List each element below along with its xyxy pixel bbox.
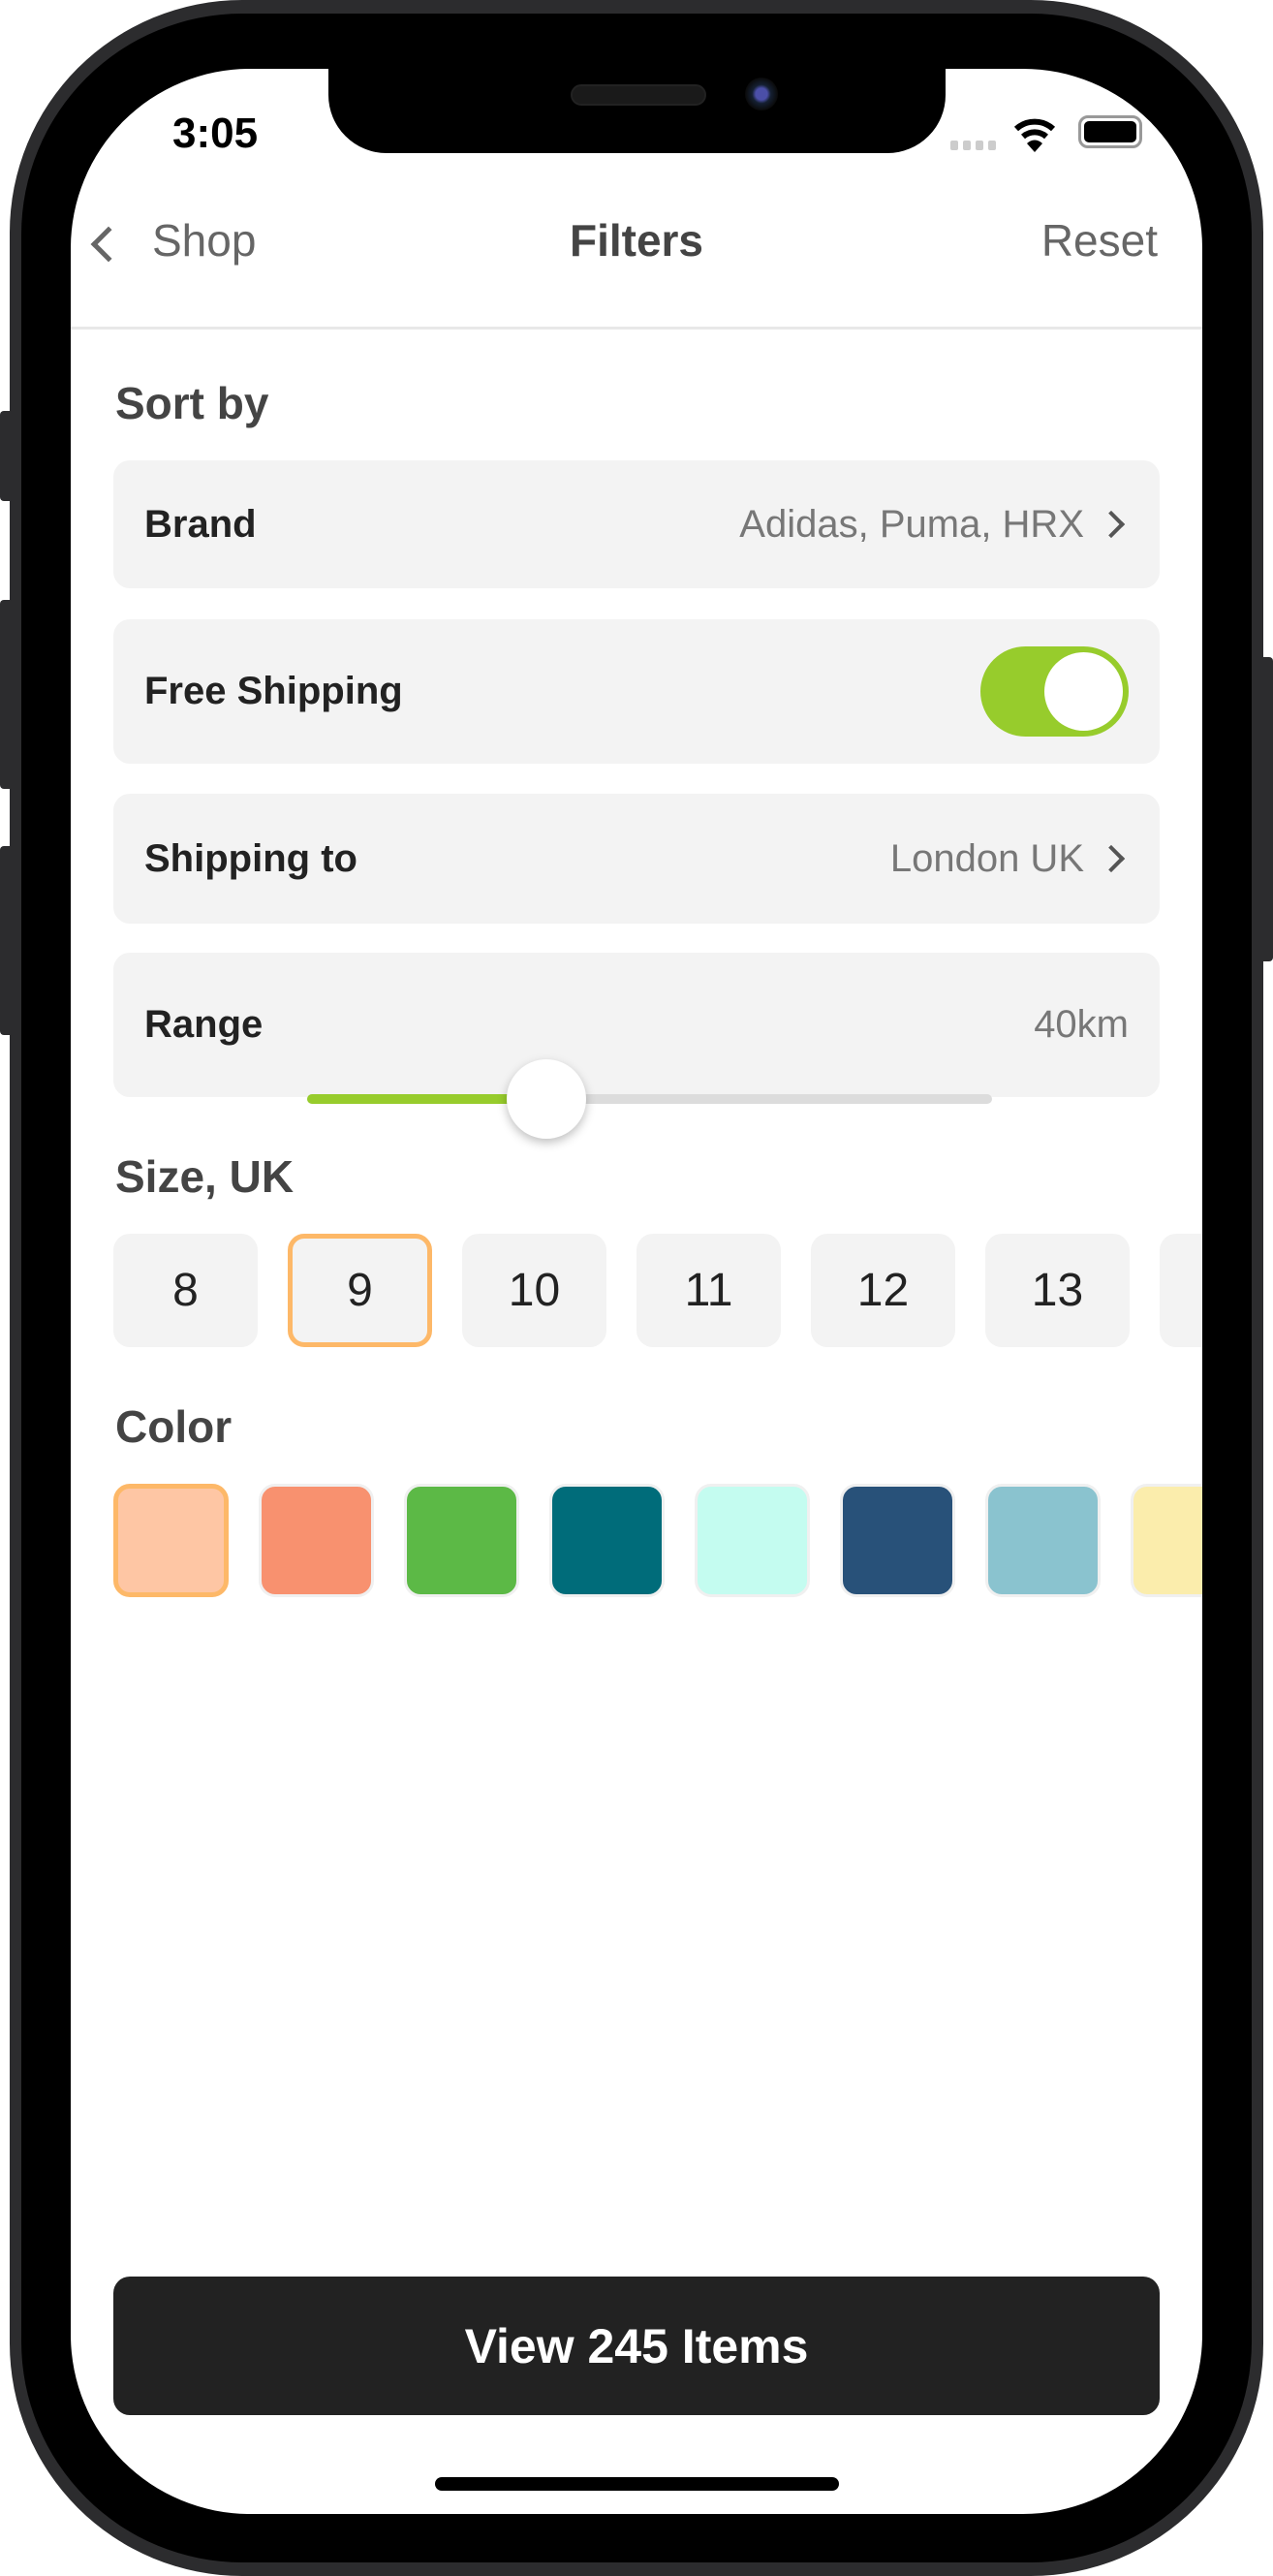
size-option[interactable]: 9 (288, 1234, 432, 1347)
mute-switch (0, 411, 14, 501)
reset-button[interactable]: Reset (1041, 214, 1158, 267)
color-swatch[interactable] (1131, 1484, 1202, 1597)
free-shipping-toggle[interactable] (980, 646, 1129, 737)
back-chevron-icon[interactable] (90, 226, 127, 263)
color-swatch[interactable] (113, 1484, 229, 1597)
range-row: Range 40km (113, 953, 1160, 1097)
shipping-to-row[interactable]: Shipping to London UK (113, 794, 1160, 924)
nav-divider (71, 327, 1202, 330)
range-value: 40km (1034, 1003, 1129, 1046)
brand-label: Brand (144, 502, 257, 546)
camera (745, 78, 778, 110)
volume-down-button (0, 846, 14, 1035)
shipping-to-label: Shipping to (144, 836, 357, 880)
range-slider-thumb[interactable] (507, 1059, 587, 1139)
power-button (1259, 657, 1273, 961)
free-shipping-row: Free Shipping (113, 619, 1160, 764)
brand-value: Adidas, Puma, HRX (739, 502, 1084, 546)
size-heading: Size, UK (115, 1151, 295, 1202)
chevron-right-icon (1097, 510, 1126, 539)
range-label: Range (144, 1003, 264, 1046)
free-shipping-label: Free Shipping (144, 670, 403, 712)
screen: 3:05 Shop Filters Reset Sort by Brand Ad… (71, 69, 1202, 2514)
volume-up-button (0, 600, 14, 789)
sort-by-heading: Sort by (115, 378, 269, 428)
color-swatch[interactable] (549, 1484, 665, 1597)
toggle-knob (1044, 652, 1123, 731)
battery-icon (1078, 115, 1142, 148)
color-swatch[interactable] (840, 1484, 955, 1597)
speaker (571, 84, 706, 106)
size-option[interactable]: 13 (985, 1234, 1130, 1347)
status-time: 3:05 (172, 110, 259, 157)
size-option[interactable]: 12 (811, 1234, 955, 1347)
notch (328, 69, 946, 153)
color-swatch[interactable] (404, 1484, 519, 1597)
size-option[interactable] (1160, 1234, 1202, 1347)
signal-icon (950, 141, 996, 150)
size-option[interactable]: 8 (113, 1234, 258, 1347)
view-items-button[interactable]: View 245 Items (113, 2277, 1160, 2415)
size-option[interactable]: 10 (462, 1234, 606, 1347)
home-indicator[interactable] (435, 2477, 839, 2491)
brand-row[interactable]: Brand Adidas, Puma, HRX (113, 460, 1160, 588)
wifi-icon (1014, 118, 1055, 152)
color-swatch[interactable] (695, 1484, 810, 1597)
color-heading: Color (115, 1401, 233, 1452)
size-option[interactable]: 11 (636, 1234, 781, 1347)
color-swatch[interactable] (985, 1484, 1101, 1597)
back-button[interactable]: Shop (152, 214, 256, 267)
chevron-right-icon (1097, 844, 1126, 873)
color-swatch[interactable] (259, 1484, 374, 1597)
shipping-to-value: London UK (889, 836, 1084, 880)
